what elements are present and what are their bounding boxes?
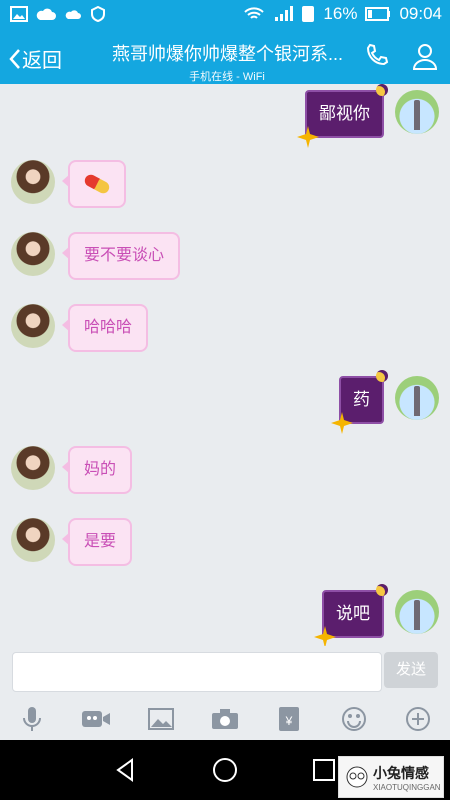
- contact-avatar[interactable]: [11, 304, 55, 348]
- message-text: 是要: [84, 533, 117, 550]
- message-bubble[interactable]: [62, 160, 126, 208]
- contact-avatar[interactable]: [11, 518, 55, 562]
- chat-toolbar: ¥: [0, 698, 450, 740]
- input-bar: 发送: [0, 646, 450, 698]
- message-text: 说吧: [336, 604, 370, 623]
- mic-icon[interactable]: [17, 704, 47, 734]
- eiffel-tower-icon: [414, 600, 420, 630]
- message-row: 要不要谈心: [0, 232, 450, 292]
- moon-decoration: [376, 84, 388, 96]
- message-text: 哈哈哈: [84, 319, 133, 336]
- contact-avatar[interactable]: [11, 232, 55, 276]
- sim-icon: [302, 6, 315, 22]
- contact-avatar[interactable]: [11, 160, 55, 204]
- moon-decoration: [376, 584, 388, 596]
- status-left-icons: [10, 6, 106, 22]
- status-bar: 16% 09:04: [0, 0, 450, 32]
- android-nav-bar: 小兔情感 XIAOTUQINGGAN: [0, 740, 450, 800]
- battery-percent: 16%: [323, 4, 358, 23]
- my-avatar[interactable]: [395, 376, 439, 420]
- title-block: 燕哥帅爆你帅爆整个银河系... 手机在线 - WiFi: [112, 40, 342, 84]
- contact-name: 燕哥帅爆你帅爆整个银河系...: [112, 44, 342, 64]
- sprout-icon: [407, 376, 431, 378]
- signal-icon: [275, 6, 294, 21]
- plus-icon[interactable]: [403, 704, 433, 734]
- cloud-icon: [65, 10, 81, 19]
- contact-status: 手机在线 - WiFi: [189, 71, 265, 83]
- wifi-icon: [244, 7, 265, 19]
- message-bubble[interactable]: 妈的: [61, 446, 133, 494]
- watermark-text: 小兔情感: [373, 765, 429, 781]
- message-row: 说吧: [0, 584, 450, 646]
- message-bubble[interactable]: 药: [331, 370, 388, 434]
- chevron-left-icon: [9, 48, 20, 69]
- status-right: 16% 09:04: [243, 4, 442, 24]
- message-bubble[interactable]: 是要: [61, 518, 133, 566]
- recents-nav-icon[interactable]: [310, 756, 338, 784]
- message-text: 鄙视你: [319, 104, 370, 123]
- glasses-face-icon: [346, 766, 368, 788]
- message-text: 要不要谈心: [84, 247, 165, 264]
- message-row: 哈哈哈: [0, 304, 450, 364]
- emoji-icon[interactable]: [339, 704, 369, 734]
- message-row: 鄙视你: [0, 84, 450, 150]
- back-button[interactable]: 返回: [8, 44, 62, 73]
- message-row: 药: [0, 370, 450, 436]
- contact-avatar[interactable]: [11, 446, 55, 490]
- shield-icon: [91, 6, 105, 22]
- video-icon[interactable]: [81, 704, 111, 734]
- battery-icon: [365, 7, 391, 21]
- my-avatar[interactable]: [395, 590, 439, 634]
- message-bubble[interactable]: 鄙视你: [297, 84, 388, 148]
- message-text: 药: [353, 390, 370, 409]
- chat-header: 返回 燕哥帅爆你帅爆整个银河系... 手机在线 - WiFi: [0, 32, 450, 84]
- cloud-up-icon: [36, 8, 56, 20]
- phone-icon[interactable]: [364, 42, 390, 68]
- header-actions: [364, 42, 438, 70]
- profile-icon[interactable]: [412, 42, 438, 70]
- clock: 09:04: [399, 4, 442, 23]
- message-text: 妈的: [84, 461, 117, 478]
- moon-decoration: [376, 370, 388, 382]
- message-bubble[interactable]: 说吧: [314, 584, 388, 646]
- burst-decoration: [331, 412, 353, 434]
- home-nav-icon[interactable]: [211, 756, 239, 784]
- image-icon[interactable]: [146, 704, 176, 734]
- message-input[interactable]: [12, 652, 382, 692]
- back-label: 返回: [22, 50, 62, 72]
- eiffel-tower-icon: [414, 386, 420, 416]
- camera-icon[interactable]: [210, 704, 240, 734]
- message-row: [0, 160, 450, 220]
- message-bubble[interactable]: 要不要谈心: [61, 232, 181, 280]
- watermark-subtext: XIAOTUQINGGAN: [373, 783, 441, 792]
- watermark-logo: 小兔情感 XIAOTUQINGGAN: [338, 756, 444, 798]
- pill-icon: [82, 172, 112, 196]
- message-bubble[interactable]: 哈哈哈: [61, 304, 149, 352]
- back-nav-icon[interactable]: [112, 756, 140, 784]
- burst-decoration: [297, 126, 319, 148]
- gallery-icon: [10, 6, 28, 22]
- svg-text:¥: ¥: [285, 714, 293, 728]
- my-avatar[interactable]: [395, 90, 439, 134]
- sprout-icon: [407, 590, 431, 592]
- eiffel-tower-icon: [414, 100, 420, 130]
- burst-decoration: [314, 626, 336, 646]
- message-row: 是要: [0, 518, 450, 578]
- send-button[interactable]: 发送: [384, 652, 438, 688]
- red-packet-icon[interactable]: ¥: [274, 704, 304, 734]
- message-row: 妈的: [0, 446, 450, 506]
- chat-area[interactable]: 鄙视你 要不要谈心 哈哈哈 药 妈的 是要 说吧: [0, 84, 450, 646]
